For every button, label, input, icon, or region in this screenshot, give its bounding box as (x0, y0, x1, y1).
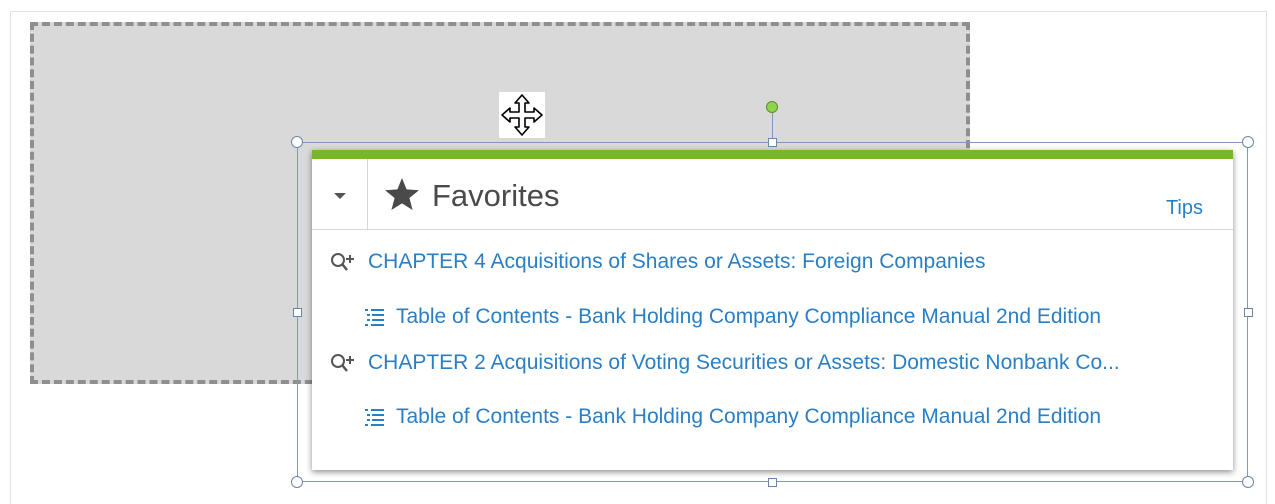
list-icon (365, 409, 384, 426)
resize-handle-bottom[interactable] (768, 478, 777, 487)
star-icon (385, 178, 419, 210)
resize-handle-right[interactable] (1244, 308, 1253, 317)
favorite-item-label: CHAPTER 2 Acquisitions of Voting Securit… (368, 351, 1120, 374)
search-plus-icon (331, 354, 354, 372)
widget-title: Favorites (432, 178, 560, 213)
resize-handle-bottom-left[interactable] (291, 476, 303, 488)
resize-handle-top-right[interactable] (1242, 136, 1254, 148)
favorites-widget: Favorites Tips CHAPTER 4 Acquisitions of… (312, 150, 1233, 470)
favorite-item-label: Table of Contents - Bank Holding Company… (396, 405, 1102, 428)
resize-handle-top-left[interactable] (291, 136, 303, 148)
favorite-item[interactable]: CHAPTER 2 Acquisitions of Voting Securit… (330, 351, 1230, 377)
list-icon (365, 309, 384, 326)
favorite-item-label: CHAPTER 4 Acquisitions of Shares or Asse… (368, 250, 986, 273)
rotate-handle[interactable] (766, 101, 778, 113)
widget-accent-bar (312, 150, 1233, 159)
collapse-button[interactable] (312, 159, 368, 229)
tips-link[interactable]: Tips (1166, 197, 1203, 219)
resize-handle-top[interactable] (768, 138, 777, 147)
favorite-item[interactable]: CHAPTER 4 Acquisitions of Shares or Asse… (330, 250, 1210, 276)
favorite-item[interactable]: Table of Contents - Bank Holding Company… (364, 405, 1214, 431)
move-cursor-icon (499, 92, 545, 138)
favorite-item-label: Table of Contents - Bank Holding Company… (396, 305, 1102, 328)
search-plus-icon (331, 253, 354, 271)
widget-header: Favorites Tips (312, 159, 1233, 230)
resize-handle-left[interactable] (293, 308, 302, 317)
resize-handle-bottom-right[interactable] (1242, 476, 1254, 488)
caret-down-icon (334, 193, 346, 199)
favorite-item[interactable]: Table of Contents - Bank Holding Company… (364, 305, 1214, 331)
